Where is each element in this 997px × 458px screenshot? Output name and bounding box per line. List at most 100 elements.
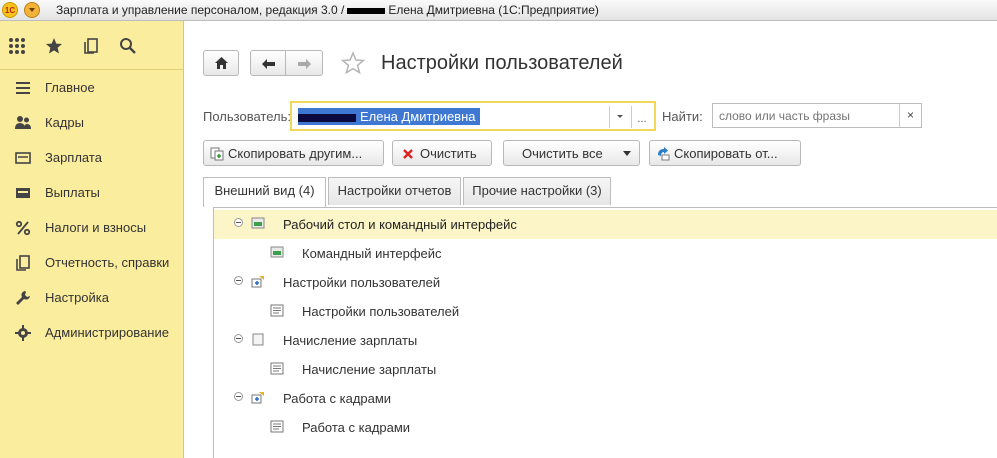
desktop-interface-icon [251,217,265,229]
app-logo-icon[interactable]: 1С [2,2,18,18]
payslip-icon [15,152,31,164]
user-field-name: Елена Дмитриевна [360,109,476,124]
redacted-name [347,7,386,14]
arrow-left-icon [262,59,275,69]
gear-icon [15,325,31,341]
clear-button[interactable]: Очистить [392,140,492,166]
tree-row-label: Рабочий стол и командный интерфейс [283,217,517,232]
sidebar-item-reports[interactable]: Отчетность, справки [0,245,184,280]
tree-row[interactable]: Командный интерфейс [214,239,997,268]
copy-icon [210,147,224,161]
history-icon[interactable] [83,37,101,55]
clear-all-label: Очистить все [522,146,603,161]
user-select-button[interactable]: ... [631,106,652,128]
tree-row-label: Настройки пользователей [302,304,460,319]
people-icon [15,116,31,129]
sidebar-item-label: Настройка [45,290,109,305]
search-clear-button[interactable]: × [899,104,921,127]
sidebar-item-label: Отчетность, справки [45,255,170,270]
search-input[interactable] [717,108,897,124]
sidebar-item-label: Кадры [45,115,84,130]
hr-work-icon [251,392,264,404]
sections-sidebar: Главное Кадры Зарплата Выплаты Налоги и … [0,21,184,458]
tree-row-label: Начисление зарплаты [302,362,437,377]
chevron-down-icon [623,151,631,156]
forward-button[interactable] [285,50,323,76]
sidebar-item-main[interactable]: Главное [0,70,184,105]
sidebar-item-label: Выплаты [45,185,100,200]
wrench-icon [16,291,30,305]
search-icon[interactable] [119,37,137,55]
wallet-icon [16,188,30,198]
form-icon [270,304,284,317]
tree-row[interactable]: Начисление зарплаты [214,355,997,384]
user-label: Пользователь: [203,109,291,124]
user-dropdown-button[interactable] [609,106,630,128]
copy-to-others-button[interactable]: Скопировать другим... [203,140,384,166]
collapse-toggle-icon[interactable] [234,218,243,227]
tree-row-label: Работа с кадрами [302,420,411,435]
form-icon [270,362,284,375]
main-menu-button[interactable] [24,2,40,18]
home-icon [215,57,228,69]
copy-to-others-label: Скопировать другим... [228,146,363,161]
tab-report-settings[interactable]: Настройки отчетов [328,177,461,205]
sidebar-item-taxes[interactable]: Налоги и взносы [0,210,184,245]
user-field-value: Елена Дмитриевна [298,108,480,125]
tree-row[interactable]: Работа с кадрами [214,413,997,442]
tree-row[interactable]: Работа с кадрами [214,384,997,413]
collapse-toggle-icon[interactable] [234,334,243,343]
window-title-bar: 1С Зарплата и управление персоналом, ред… [0,0,997,21]
add-to-favorites-star-icon[interactable] [341,51,365,75]
home-button[interactable] [203,50,239,76]
search-field[interactable]: × [712,103,922,128]
percent-icon [15,220,31,236]
sidebar-item-settings[interactable]: Настройка [0,280,184,315]
copy-from-arrow-icon [658,147,670,161]
window-title: Зарплата и управление персоналом, редакц… [56,3,599,17]
sidebar-item-hr[interactable]: Кадры [0,105,184,140]
page-title: Настройки пользователей [381,52,623,74]
tree-row-label: Начисление зарплаты [283,333,418,348]
sidebar-item-salary[interactable]: Зарплата [0,140,184,175]
tree-row-label: Работа с кадрами [283,391,392,406]
sidebar-item-label: Главное [45,80,95,95]
redacted-surname [298,113,356,122]
document-icon [252,333,264,346]
sidebar-item-payments[interactable]: Выплаты [0,175,184,210]
menu-lines-icon [16,82,30,94]
clear-all-button[interactable]: Очистить все [503,140,640,166]
find-label: Найти: [662,109,703,124]
clear-label: Очистить [420,146,477,161]
window-title-prefix: Зарплата и управление персоналом, редакц… [56,3,345,17]
tab-other-settings[interactable]: Прочие настройки (3) [463,177,611,205]
sidebar-toolbar [0,21,183,70]
tree-row-label: Настройки пользователей [283,275,441,290]
favorites-star-icon[interactable] [45,37,63,55]
back-button[interactable] [250,50,286,76]
tree-row[interactable]: Рабочий стол и командный интерфейс [214,210,997,239]
sidebar-item-administration[interactable]: Администрирование [0,315,184,350]
form-icon [270,420,284,433]
tree-row[interactable]: Настройки пользователей [214,297,997,326]
sidebar-item-label: Администрирование [45,325,169,340]
sidebar-item-label: Налоги и взносы [45,220,147,235]
user-field[interactable]: Елена Дмитриевна ... [290,101,656,131]
copy-from-button[interactable]: Скопировать от... [649,140,801,166]
tree-row-label: Командный интерфейс [302,246,442,261]
user-settings-icon [251,276,264,288]
collapse-toggle-icon[interactable] [234,276,243,285]
main-content: Настройки пользователей Пользователь: Ел… [185,21,997,458]
window-title-suffix: Елена Дмитриевна (1С:Предприятие) [388,3,599,17]
command-interface-icon [270,246,284,258]
tree-row[interactable]: Настройки пользователей [214,268,997,297]
sidebar-item-label: Зарплата [45,150,102,165]
red-x-icon [403,149,413,159]
reports-icon [16,255,30,271]
tab-appearance[interactable]: Внешний вид (4) [203,177,326,207]
tree-row[interactable]: Начисление зарплаты [214,326,997,355]
collapse-toggle-icon[interactable] [234,392,243,401]
copy-from-label: Скопировать от... [674,146,778,161]
all-functions-grid-icon[interactable] [8,37,26,55]
arrow-right-icon [298,59,311,69]
